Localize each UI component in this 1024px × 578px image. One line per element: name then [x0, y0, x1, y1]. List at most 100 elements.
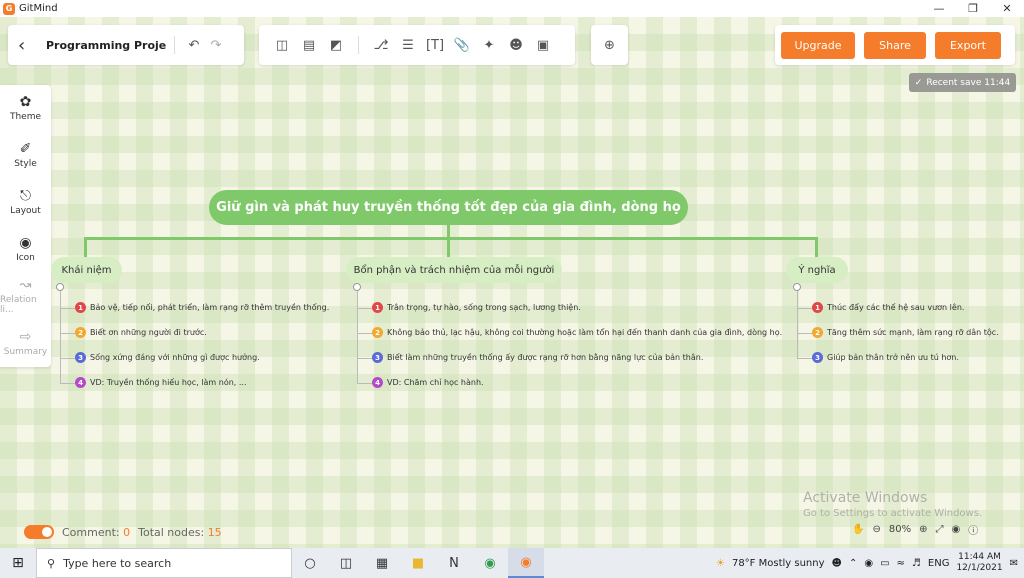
- insert-parent-node-icon[interactable]: ◩: [325, 34, 347, 56]
- sidebar-item-theme[interactable]: ✿ Theme: [0, 85, 51, 132]
- wifi-icon[interactable]: ≈: [897, 558, 905, 569]
- priority-number-icon: 4: [372, 377, 383, 388]
- leaf-node[interactable]: 3 Biết làm những truyền thống ấy được rạn…: [372, 352, 703, 363]
- minimize-button[interactable]: —: [922, 0, 956, 17]
- leaf-text: VD: Chăm chỉ học hành.: [387, 378, 484, 387]
- leaf-node[interactable]: 3 Sống xứng đáng với những gì được hưởng.: [75, 352, 260, 363]
- battery-icon[interactable]: ▭: [880, 558, 889, 569]
- root-node[interactable]: Giữ gìn và phát huy truyền thống tốt đẹp…: [209, 190, 688, 225]
- connector: [357, 358, 372, 359]
- attachment-icon[interactable]: 📎: [451, 34, 473, 56]
- left-sidebar: ✿ Theme ✐ Style ⎋ Layout ◉ Icon ↝ Relati…: [0, 85, 51, 367]
- leaf-text: Thúc đẩy các thế hệ sau vươn lên.: [827, 303, 965, 312]
- comment-toggle[interactable]: [24, 525, 54, 539]
- title-bar: G GitMind — ❐ ✕: [0, 0, 1024, 17]
- chrome-icon[interactable]: ◉: [472, 548, 508, 578]
- branch-node-bon-phan[interactable]: Bổn phận và trách nhiệm của mỗi người: [346, 257, 562, 283]
- comment-label: Comment: 0: [62, 525, 131, 539]
- sidebar-item-layout[interactable]: ⎋ Layout: [0, 179, 51, 226]
- connector: [60, 358, 75, 359]
- search-icon: ⚲: [47, 556, 56, 570]
- language-indicator[interactable]: ENG: [928, 558, 950, 569]
- crosshair-icon[interactable]: ⊕: [599, 34, 621, 56]
- leaf-text: VD: Truyền thống hiếu học, làm nón, ...: [90, 378, 247, 387]
- leaf-text: Biết làm những truyền thống ấy được rạng…: [387, 353, 704, 362]
- document-title[interactable]: Programming Proje...: [46, 39, 166, 52]
- back-arrow-icon[interactable]: ‹: [18, 35, 38, 56]
- branch-node-khai-niem[interactable]: Khái niệm: [51, 257, 122, 283]
- activate-windows-watermark: Activate Windows Go to Settings to activ…: [803, 490, 982, 519]
- people-icon[interactable]: ☻: [832, 558, 842, 569]
- connector: [447, 237, 450, 257]
- taskbar-search[interactable]: ⚲ Type here to search: [36, 548, 292, 578]
- undo-icon[interactable]: ↶: [183, 34, 205, 56]
- restore-button[interactable]: ❐: [956, 0, 990, 17]
- weather-icon: ☀: [715, 557, 725, 569]
- leaf-node[interactable]: 3 Giúp bản thân trở nên ưu tú hơn.: [812, 352, 959, 363]
- cortana-icon[interactable]: ○: [292, 548, 328, 578]
- redo-icon[interactable]: ↷: [205, 34, 227, 56]
- locate-panel: ⊕: [591, 25, 628, 65]
- fit-screen-icon[interactable]: ⤢: [935, 524, 943, 535]
- sidebar-item-style[interactable]: ✐ Style: [0, 132, 51, 179]
- insert-child-node-icon[interactable]: ◫: [271, 34, 293, 56]
- priority-number-icon: 3: [75, 352, 86, 363]
- collapse-toggle[interactable]: [793, 283, 801, 291]
- upgrade-button[interactable]: Upgrade: [781, 31, 855, 59]
- leaf-node[interactable]: 1 Thúc đẩy các thế hệ sau vươn lên.: [812, 302, 964, 313]
- format-painter-icon[interactable]: ⎇: [370, 34, 392, 56]
- collapse-toggle[interactable]: [56, 283, 64, 291]
- notification-icon[interactable]: ✉: [1010, 558, 1018, 569]
- volume-icon[interactable]: ♬: [912, 558, 921, 569]
- leaf-node[interactable]: 1 Bảo vệ, tiếp nối, phát triển, làm rạng …: [75, 302, 329, 313]
- branch-node-y-nghia[interactable]: Ý nghĩa: [786, 257, 848, 283]
- zoom-controls: ✋ ⊖ 80% ⊕ ⤢ ◉ ⓘ: [852, 522, 978, 537]
- zoom-level: 80%: [888, 524, 912, 535]
- insert-sibling-node-icon[interactable]: ▤: [298, 34, 320, 56]
- windows-start-icon[interactable]: ⊞: [0, 548, 36, 578]
- clock[interactable]: 11:44 AM 12/1/2021: [956, 552, 1002, 574]
- connector: [60, 291, 61, 383]
- sidebar-item-summary[interactable]: ⇨ Summary: [0, 320, 51, 367]
- text-box-icon[interactable]: [T]: [424, 34, 446, 56]
- zoom-out-icon[interactable]: ⊖: [872, 524, 880, 535]
- store-icon[interactable]: ▦: [364, 548, 400, 578]
- magic-wand-icon[interactable]: ✦: [478, 34, 500, 56]
- hand-icon[interactable]: ✋: [852, 524, 864, 535]
- collaborate-icon[interactable]: ☻: [505, 34, 527, 56]
- leaf-node[interactable]: 4 VD: Truyền thống hiếu học, làm nón, ...: [75, 377, 247, 388]
- gitmind-taskbar-icon[interactable]: ◉: [508, 548, 544, 578]
- network-icon[interactable]: ◉: [864, 558, 873, 569]
- connector: [357, 291, 358, 383]
- task-view-icon[interactable]: ◫: [328, 548, 364, 578]
- divider: [174, 36, 175, 54]
- list-icon[interactable]: ☰: [397, 34, 419, 56]
- leaf-node[interactable]: 1 Trân trọng, tự hào, sống trong sạch, lư…: [372, 302, 581, 313]
- notion-icon[interactable]: N: [436, 548, 472, 578]
- leaf-node[interactable]: 4 VD: Chăm chỉ học hành.: [372, 377, 484, 388]
- close-button[interactable]: ✕: [990, 0, 1024, 17]
- priority-number-icon: 2: [372, 327, 383, 338]
- leaf-text: Tăng thêm sức mạnh, làm rạng rỡ dân tộc.: [827, 328, 999, 337]
- export-button[interactable]: Export: [935, 31, 1001, 59]
- sidebar-item-icon[interactable]: ◉ Icon: [0, 226, 51, 273]
- zoom-in-icon[interactable]: ⊕: [919, 524, 927, 535]
- collapse-toggle[interactable]: [353, 283, 361, 291]
- share-button[interactable]: Share: [864, 31, 926, 59]
- connector: [815, 237, 818, 257]
- icon-icon: ◉: [19, 235, 32, 251]
- weather-text[interactable]: 78°F Mostly sunny: [732, 558, 825, 569]
- eye-icon[interactable]: ◉: [951, 524, 960, 535]
- leaf-node[interactable]: 2 Không bảo thủ, lạc hậu, không coi thườn…: [372, 327, 782, 338]
- connector: [357, 383, 372, 384]
- chevron-up-icon[interactable]: ⌃: [849, 558, 857, 569]
- save-icon[interactable]: ▣: [532, 34, 554, 56]
- sidebar-item-relation[interactable]: ↝ Relation li...: [0, 273, 51, 320]
- clock-date: 12/1/2021: [956, 563, 1003, 573]
- file-explorer-icon[interactable]: ■: [400, 548, 436, 578]
- leaf-node[interactable]: 2 Tăng thêm sức mạnh, làm rạng rỡ dân tộc…: [812, 327, 999, 338]
- help-icon[interactable]: ⓘ: [968, 522, 978, 537]
- priority-number-icon: 1: [812, 302, 823, 313]
- window-controls: — ❐ ✕: [922, 0, 1024, 17]
- leaf-node[interactable]: 2 Biết ơn những người đi trước.: [75, 327, 207, 338]
